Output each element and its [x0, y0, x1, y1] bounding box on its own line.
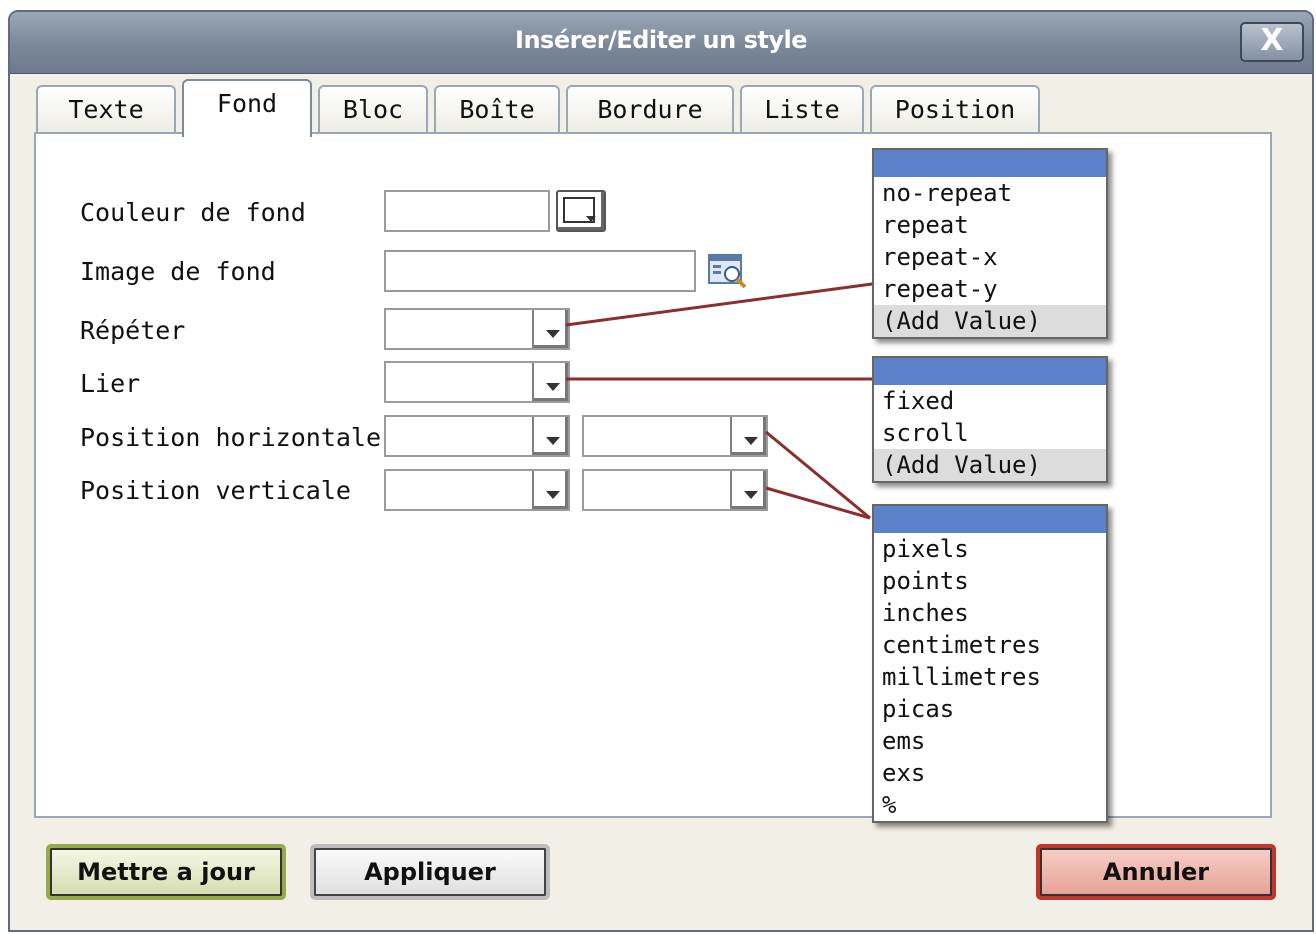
background-color-label: Couleur de fond	[80, 198, 306, 227]
tab-bloc[interactable]: Bloc	[318, 85, 428, 135]
list-selected-row[interactable]	[874, 358, 1106, 385]
background-color-input[interactable]	[384, 190, 550, 232]
unit-option[interactable]: %	[874, 789, 1106, 821]
unit-option[interactable]: pixels	[874, 533, 1106, 565]
repeat-select[interactable]	[384, 308, 570, 350]
tab-texte[interactable]: Texte	[36, 85, 176, 135]
repeat-option[interactable]: repeat	[874, 209, 1106, 241]
repeat-options-list: no-repeat repeat repeat-x repeat-y (Add …	[872, 148, 1108, 339]
chevron-down-icon	[744, 437, 758, 445]
unit-option[interactable]: inches	[874, 597, 1106, 629]
horizontal-unit-dropdown-button[interactable]	[730, 417, 766, 455]
repeat-option[interactable]: no-repeat	[874, 177, 1106, 209]
chevron-down-icon	[546, 491, 560, 499]
update-button[interactable]: Mettre a jour	[46, 844, 286, 900]
close-icon: X	[1260, 23, 1284, 58]
tab-position[interactable]: Position	[870, 85, 1040, 135]
attachment-select[interactable]	[384, 361, 570, 403]
tab-liste[interactable]: Liste	[740, 85, 864, 135]
horizontal-position-label: Position horizontale	[80, 423, 382, 452]
tab-bordure[interactable]: Bordure	[566, 85, 734, 135]
browse-image-button[interactable]	[708, 252, 750, 292]
unit-option[interactable]: ems	[874, 725, 1106, 757]
background-image-input[interactable]	[384, 250, 696, 292]
chevron-down-icon	[546, 437, 560, 445]
background-image-label: Image de fond	[80, 257, 276, 286]
browse-image-icon	[708, 254, 747, 289]
attachment-dropdown-button[interactable]	[532, 363, 568, 401]
vertical-position-label: Position verticale	[80, 476, 351, 505]
color-picker-button[interactable]	[556, 190, 606, 232]
unit-option[interactable]: centimetres	[874, 629, 1106, 661]
close-button[interactable]: X	[1240, 22, 1304, 62]
unit-options-list: pixels points inches centimetres millime…	[872, 504, 1108, 823]
repeat-add-value-option[interactable]: (Add Value)	[874, 305, 1106, 337]
list-selected-row[interactable]	[874, 506, 1106, 533]
unit-option[interactable]: points	[874, 565, 1106, 597]
cancel-button[interactable]: Annuler	[1036, 844, 1276, 900]
apply-button[interactable]: Appliquer	[310, 844, 550, 900]
tab-fond[interactable]: Fond	[182, 79, 312, 137]
title-bar: Insérer/Editer un style X	[10, 12, 1312, 74]
dialog-title: Insérer/Editer un style	[515, 26, 807, 54]
attachment-label: Lier	[80, 369, 141, 398]
attachment-option[interactable]: scroll	[874, 417, 1106, 449]
vertical-unit-select[interactable]	[582, 469, 768, 511]
chevron-down-icon	[744, 491, 758, 499]
tab-boite[interactable]: Boîte	[434, 85, 560, 135]
unit-option[interactable]: picas	[874, 693, 1106, 725]
attachment-option[interactable]: fixed	[874, 385, 1106, 417]
repeat-label: Répéter	[80, 316, 186, 345]
vertical-unit-dropdown-button[interactable]	[730, 471, 766, 509]
attachment-add-value-option[interactable]: (Add Value)	[874, 449, 1106, 481]
horizontal-position-dropdown-button[interactable]	[532, 417, 568, 455]
horizontal-position-select[interactable]	[384, 415, 570, 457]
vertical-position-select[interactable]	[384, 469, 570, 511]
vertical-position-dropdown-button[interactable]	[532, 471, 568, 509]
list-selected-row[interactable]	[874, 150, 1106, 177]
color-picker-icon	[563, 197, 596, 223]
repeat-option[interactable]: repeat-y	[874, 273, 1106, 305]
unit-option[interactable]: millimetres	[874, 661, 1106, 693]
repeat-option[interactable]: repeat-x	[874, 241, 1106, 273]
chevron-down-icon	[546, 330, 560, 338]
repeat-dropdown-button[interactable]	[532, 310, 568, 348]
unit-option[interactable]: exs	[874, 757, 1106, 789]
attachment-options-list: fixed scroll (Add Value)	[872, 356, 1108, 483]
chevron-down-icon	[546, 383, 560, 391]
horizontal-unit-select[interactable]	[582, 415, 768, 457]
